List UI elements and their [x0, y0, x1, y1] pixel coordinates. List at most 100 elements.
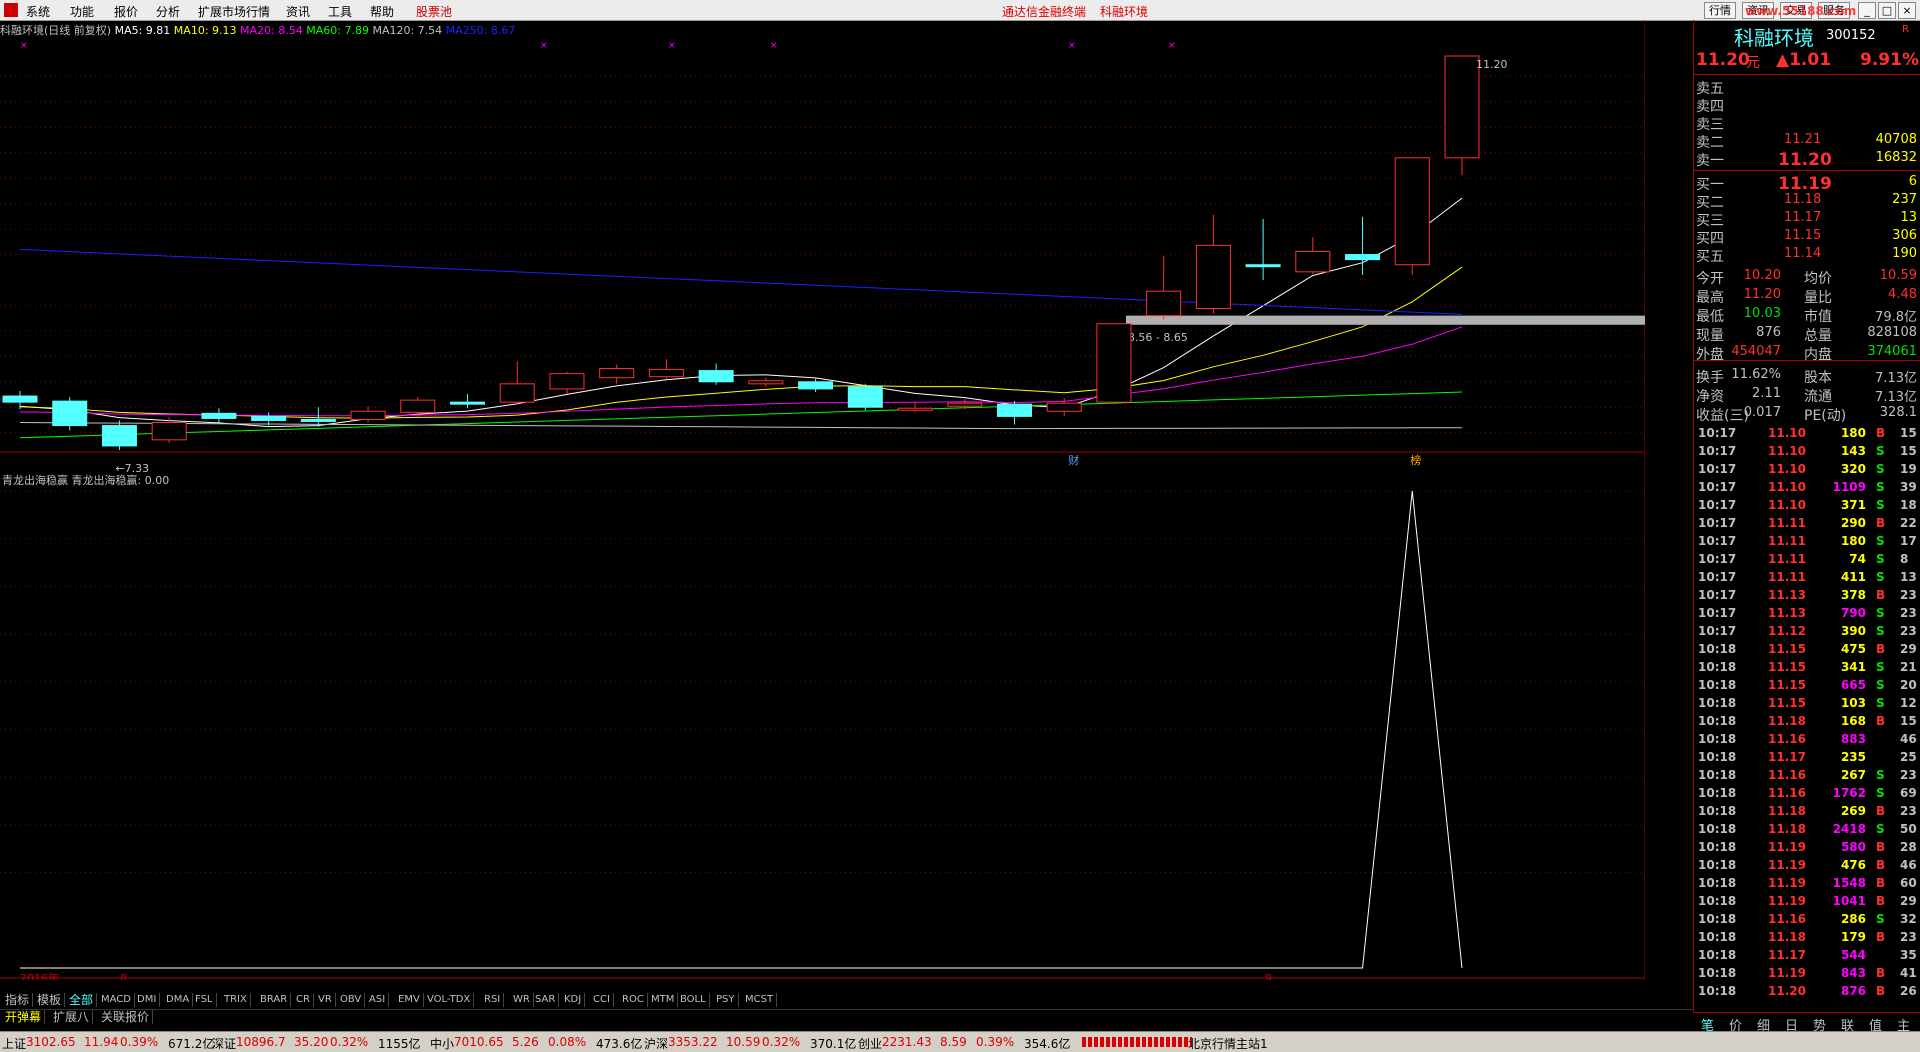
menu-quote[interactable]: 报价: [114, 3, 138, 20]
tick-volume: 843: [1840, 966, 1866, 980]
index-name: 中小: [430, 1037, 455, 1051]
extra-tab[interactable]: 关联报价: [98, 1010, 154, 1024]
indicator-tab[interactable]: RSI: [481, 993, 505, 1007]
indicator-tab[interactable]: MTM: [648, 993, 679, 1007]
indicator-tab[interactable]: VOL-TDX: [424, 993, 475, 1007]
menu-info[interactable]: 资讯: [286, 3, 310, 20]
tick-volume: 320: [1840, 462, 1866, 476]
indicator-tab[interactable]: ASI: [366, 993, 390, 1007]
indicator-tab[interactable]: VR: [315, 993, 336, 1007]
menu-extended-market[interactable]: 扩展市场行情: [198, 3, 270, 20]
menu-system[interactable]: 系统: [26, 3, 50, 20]
minimize-button[interactable]: _: [1858, 2, 1876, 19]
tick-price: 11.16: [1768, 786, 1806, 800]
quote-button[interactable]: 行情: [1704, 2, 1736, 19]
close-button[interactable]: ×: [1898, 2, 1916, 19]
tick-volume: 267: [1840, 768, 1866, 782]
stat-value: 79.8亿: [1875, 310, 1917, 325]
indicator-tab[interactable]: EMV: [395, 993, 424, 1007]
menu-analysis[interactable]: 分析: [156, 3, 180, 20]
tick-row: 10:18 11.17 235 25: [1698, 748, 1920, 766]
indicator-tab[interactable]: CCI: [590, 993, 614, 1007]
tick-count: 12: [1900, 696, 1917, 710]
tick-volume: 103: [1840, 696, 1866, 710]
indicator-tab[interactable]: PSY: [713, 993, 739, 1007]
extra-tab[interactable]: 开弹幕: [2, 1010, 46, 1024]
stat-value: 7.13亿: [1875, 371, 1917, 386]
index-pct: 0.39%: [120, 1035, 159, 1049]
indicator-tab[interactable]: DMA: [163, 993, 194, 1007]
indicator-tab[interactable]: 指标: [2, 993, 34, 1007]
indicator-tab[interactable]: SAR: [532, 993, 560, 1007]
menu-stock-pool[interactable]: 股票池: [416, 3, 452, 20]
candle-body: [1444, 55, 1480, 159]
indicator-tab[interactable]: TRIX: [221, 993, 251, 1007]
tick-price: 11.19: [1768, 840, 1806, 854]
kline-chart-area[interactable]: 科融环境(日线 前复权) MA5: 9.81 MA10: 9.13 MA20: …: [0, 20, 1645, 980]
tick-direction: B: [1876, 714, 1886, 728]
tick-row: 10:18 11.16 1762 S 69: [1698, 784, 1920, 802]
tick-direction: S: [1876, 534, 1885, 548]
index-change: 5.26: [512, 1035, 539, 1049]
indicator-tab[interactable]: OBV: [337, 993, 366, 1007]
extra-tabs: 开弹幕 扩展八 关联报价: [0, 1009, 1693, 1026]
candle-body: [599, 368, 635, 379]
tick-count: 29: [1900, 894, 1917, 908]
bid-label: 买三: [1696, 213, 1724, 229]
tick-direction: B: [1876, 804, 1886, 818]
tick-time: 10:18: [1698, 660, 1737, 674]
tick-count: 29: [1900, 642, 1917, 656]
stat-value: 0.017: [1743, 405, 1781, 420]
indicator-tab[interactable]: BRAR: [257, 993, 292, 1007]
ma120-line: [19, 422, 1463, 430]
indicator-tab[interactable]: 全部: [66, 993, 98, 1007]
menu-bar: 系统 功能 报价 分析 扩展市场行情 资讯 工具 帮助 股票池 通达信金融终端 …: [0, 0, 1920, 21]
index-change: 10.59: [726, 1035, 761, 1049]
tick-volume: 180: [1840, 534, 1866, 548]
tick-count: 15: [1900, 444, 1917, 458]
indicator-tab[interactable]: 模板: [34, 993, 66, 1007]
kline-svg: 11.0010.7510.5010.2510.009.759.509.259.0…: [0, 20, 1645, 980]
tick-price: 11.11: [1768, 516, 1806, 530]
tick-time: 10:17: [1698, 444, 1737, 458]
extra-tab[interactable]: 扩展八: [50, 1010, 94, 1024]
stat-value: 828108: [1867, 325, 1917, 340]
tick-price: 11.16: [1768, 768, 1806, 782]
panel-stock-code: 300152: [1826, 28, 1876, 43]
index-value: 2231.43: [882, 1035, 932, 1049]
indicator-tab[interactable]: KDJ: [561, 993, 586, 1007]
menu-tools[interactable]: 工具: [328, 3, 352, 20]
divider: [1694, 170, 1920, 171]
tick-time: 10:18: [1698, 876, 1737, 890]
tick-row: 10:17 11.13 790 S 23: [1698, 604, 1920, 622]
tick-count: 32: [1900, 912, 1917, 926]
tick-price: 11.10: [1768, 462, 1806, 476]
indicator-tab[interactable]: FSL: [192, 993, 217, 1007]
tick-list[interactable]: 10:17 11.10 180 B 15 10:17 11.10 143 S 15 10:17 11.…: [1694, 424, 1920, 1014]
indicator-tab[interactable]: DMI: [134, 993, 161, 1007]
menu-help[interactable]: 帮助: [370, 3, 394, 20]
menu-function[interactable]: 功能: [70, 3, 94, 20]
tick-time: 10:17: [1698, 426, 1737, 440]
tick-volume: 378: [1840, 588, 1866, 602]
indicator-tab[interactable]: MCST: [742, 993, 778, 1007]
tick-volume: 790: [1840, 606, 1866, 620]
stat-value: 374061: [1867, 344, 1917, 359]
ask-label: 卖三: [1696, 117, 1724, 133]
tick-row: 10:18 11.20 876 B 26: [1698, 982, 1920, 1000]
indicator-tab[interactable]: BOLL: [677, 993, 710, 1007]
tick-row: 10:18 11.17 544 35: [1698, 946, 1920, 964]
ask-label: 卖四: [1696, 99, 1724, 115]
tick-count: 15: [1900, 426, 1917, 440]
indicator-tab[interactable]: ROC: [619, 993, 648, 1007]
stat-label: 市值: [1804, 309, 1832, 325]
indicator-tab[interactable]: CR: [293, 993, 314, 1007]
stat-value: 7.13亿: [1875, 390, 1917, 405]
maximize-button[interactable]: □: [1878, 2, 1896, 19]
tick-price: 11.10: [1768, 426, 1806, 440]
indicator-tab[interactable]: MACD: [98, 993, 135, 1007]
stat-value: 11.62%: [1731, 367, 1781, 382]
tick-direction: B: [1876, 516, 1886, 530]
index-amount: 671.2亿: [168, 1037, 215, 1051]
indicator-tab[interactable]: WR: [510, 993, 534, 1007]
